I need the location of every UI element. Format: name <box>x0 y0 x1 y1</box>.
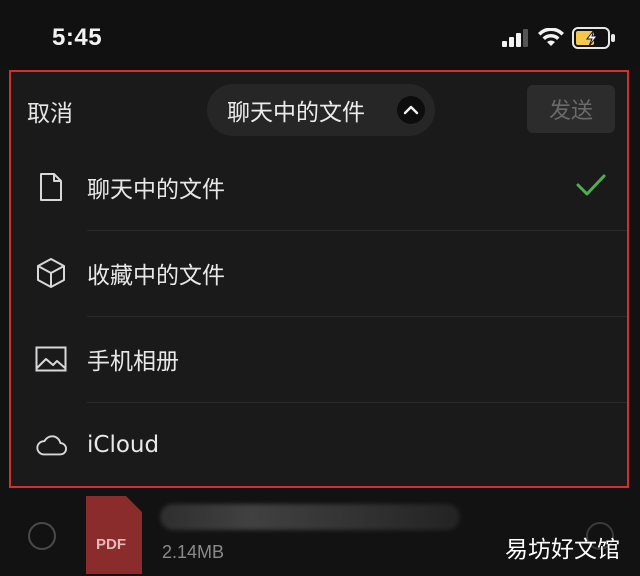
picker-header: 取消 聊天中的文件 发送 <box>11 72 627 148</box>
checkmark-icon <box>575 172 607 202</box>
chevron-up-icon[interactable] <box>397 96 425 124</box>
source-option-label: 手机相册 <box>87 349 179 375</box>
watermark-text: 易坊好文馆 <box>505 537 620 563</box>
status-icons <box>502 26 616 50</box>
wifi-icon <box>538 28 564 46</box>
source-selector[interactable]: 聊天中的文件 <box>207 84 435 136</box>
pdf-file-icon: PDF <box>86 496 142 574</box>
source-option-favorites-files[interactable]: 收藏中的文件 <box>11 230 627 316</box>
source-option-label: 聊天中的文件 <box>87 177 225 203</box>
source-option-chat-files[interactable]: 聊天中的文件 <box>11 144 627 230</box>
blurred-file-name <box>160 504 460 530</box>
source-selector-label: 聊天中的文件 <box>227 100 365 126</box>
source-option-label: 收藏中的文件 <box>87 263 225 289</box>
image-icon <box>35 343 67 375</box>
cancel-button[interactable]: 取消 <box>27 94 73 128</box>
send-button[interactable]: 发送 <box>527 85 615 133</box>
source-option-label: iCloud <box>87 432 160 458</box>
source-option-icloud[interactable]: iCloud <box>11 402 627 488</box>
status-bar: 5:45 <box>0 0 640 70</box>
file-source-picker: 取消 聊天中的文件 发送 聊天中的文件 收藏中的文件 手机相册 iCloud <box>9 70 629 488</box>
source-option-photo-album[interactable]: 手机相册 <box>11 316 627 402</box>
cloud-icon <box>35 429 67 461</box>
file-icon <box>35 171 67 203</box>
status-time: 5:45 <box>52 24 103 51</box>
signal-icon <box>502 29 528 47</box>
file-type-badge: PDF <box>96 536 126 553</box>
battery-charging-icon <box>572 27 615 49</box>
file-size: 2.14MB <box>162 542 225 562</box>
cube-icon <box>35 257 67 289</box>
file-select-radio[interactable] <box>28 522 56 550</box>
